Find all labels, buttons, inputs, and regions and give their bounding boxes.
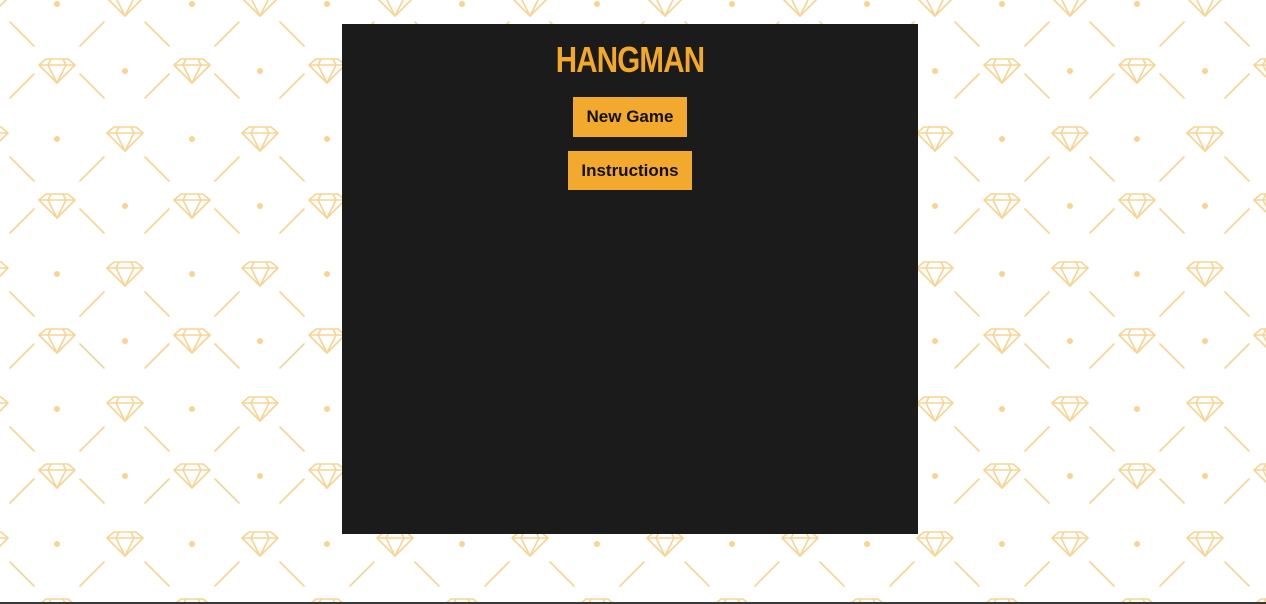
new-game-button[interactable]: New Game	[573, 97, 687, 137]
instructions-button[interactable]: Instructions	[568, 151, 692, 190]
game-panel: HANGMAN New Game Instructions	[342, 24, 918, 534]
game-title: HANGMAN	[555, 39, 705, 80]
